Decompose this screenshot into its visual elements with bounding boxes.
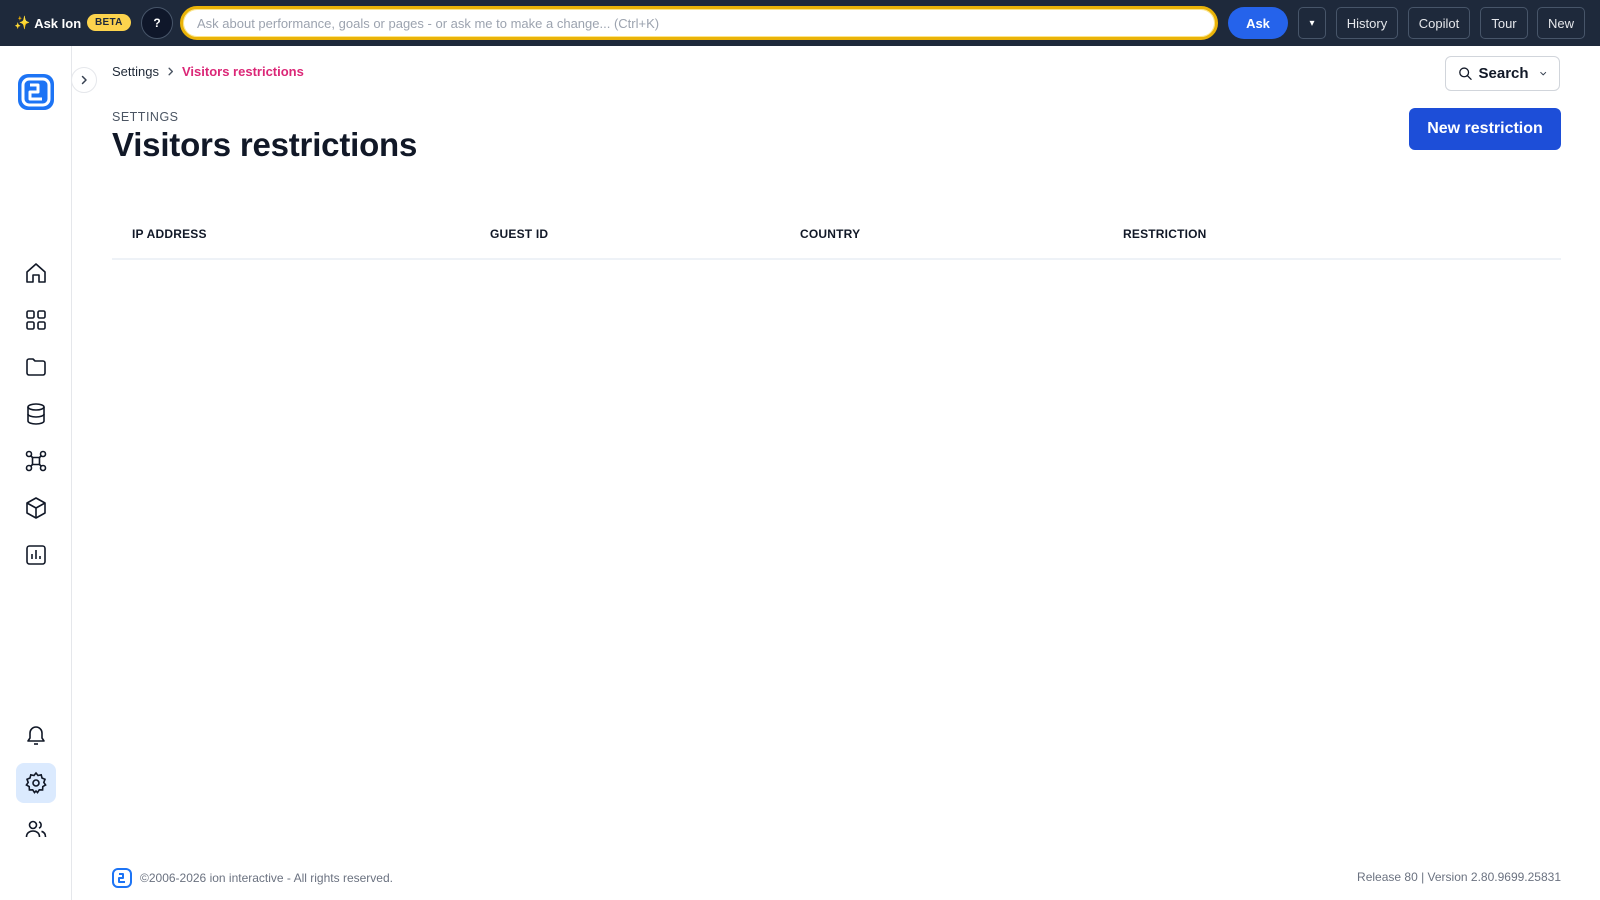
users-icon[interactable] [16,809,56,849]
search-button[interactable]: Search [1445,56,1560,91]
column-ip-address[interactable]: IP ADDRESS [132,227,207,241]
chevron-down-icon [1539,71,1546,76]
chevron-right-icon [81,75,87,85]
ask-ion-brand[interactable]: ✨ Ask Ion [14,13,81,33]
tour-button[interactable]: Tour [1480,7,1528,39]
beta-badge: BETA [87,14,131,31]
sparkle-icon: ✨ [14,15,31,30]
breadcrumb-current: Visitors restrictions [181,64,304,79]
help-button[interactable]: ? [141,7,173,39]
ion-logo-small-icon [112,868,132,888]
column-restriction[interactable]: RESTRICTION [1123,227,1207,241]
bell-icon[interactable] [16,715,56,755]
grid-icon[interactable] [16,300,56,340]
copilot-button[interactable]: Copilot [1408,7,1470,39]
breadcrumb-settings-link[interactable]: Settings [112,64,159,79]
ion-logo-icon[interactable] [16,72,56,112]
chevron-down-icon: ▾ [1309,17,1315,29]
ask-button[interactable]: Ask [1228,7,1288,39]
sidebar [0,46,72,900]
chevron-right-icon [165,66,176,77]
version-text: Release 80 | Version 2.80.9699.25831 [1357,870,1561,884]
column-country[interactable]: COUNTRY [800,227,860,241]
footer: ©2006-2026 ion interactive - All rights … [112,868,1561,888]
search-label: Search [1478,65,1529,82]
brand-label: Ask Ion [34,15,82,31]
gear-icon[interactable] [16,763,56,803]
breadcrumb: Settings Visitors restrictions [112,64,304,79]
new-restriction-button[interactable]: New restriction [1409,108,1561,150]
integrations-icon[interactable] [16,441,56,481]
folder-icon[interactable] [16,347,56,387]
ask-options-dropdown[interactable]: ▾ [1298,7,1326,39]
top-bar: ✨ Ask Ion BETA ? Ask ▾ History Copilot T… [0,0,1600,46]
report-chart-icon[interactable] [16,535,56,575]
ask-ion-input[interactable] [180,6,1218,40]
column-guest-id[interactable]: GUEST ID [490,227,548,241]
table-header: IP ADDRESS GUEST ID COUNTRY RESTRICTION [112,208,1561,260]
search-icon [1459,67,1472,80]
cube-icon[interactable] [16,488,56,528]
sidebar-expand-button[interactable] [71,67,97,93]
history-button[interactable]: History [1336,7,1398,39]
home-icon[interactable] [16,253,56,293]
main-content: Settings Visitors restrictions Search SE… [72,46,1600,900]
new-button[interactable]: New [1537,7,1585,39]
database-icon[interactable] [16,394,56,434]
page-eyebrow: SETTINGS [112,110,179,124]
copyright-text: ©2006-2026 ion interactive - All rights … [140,871,393,885]
page-title: Visitors restrictions [112,126,418,163]
